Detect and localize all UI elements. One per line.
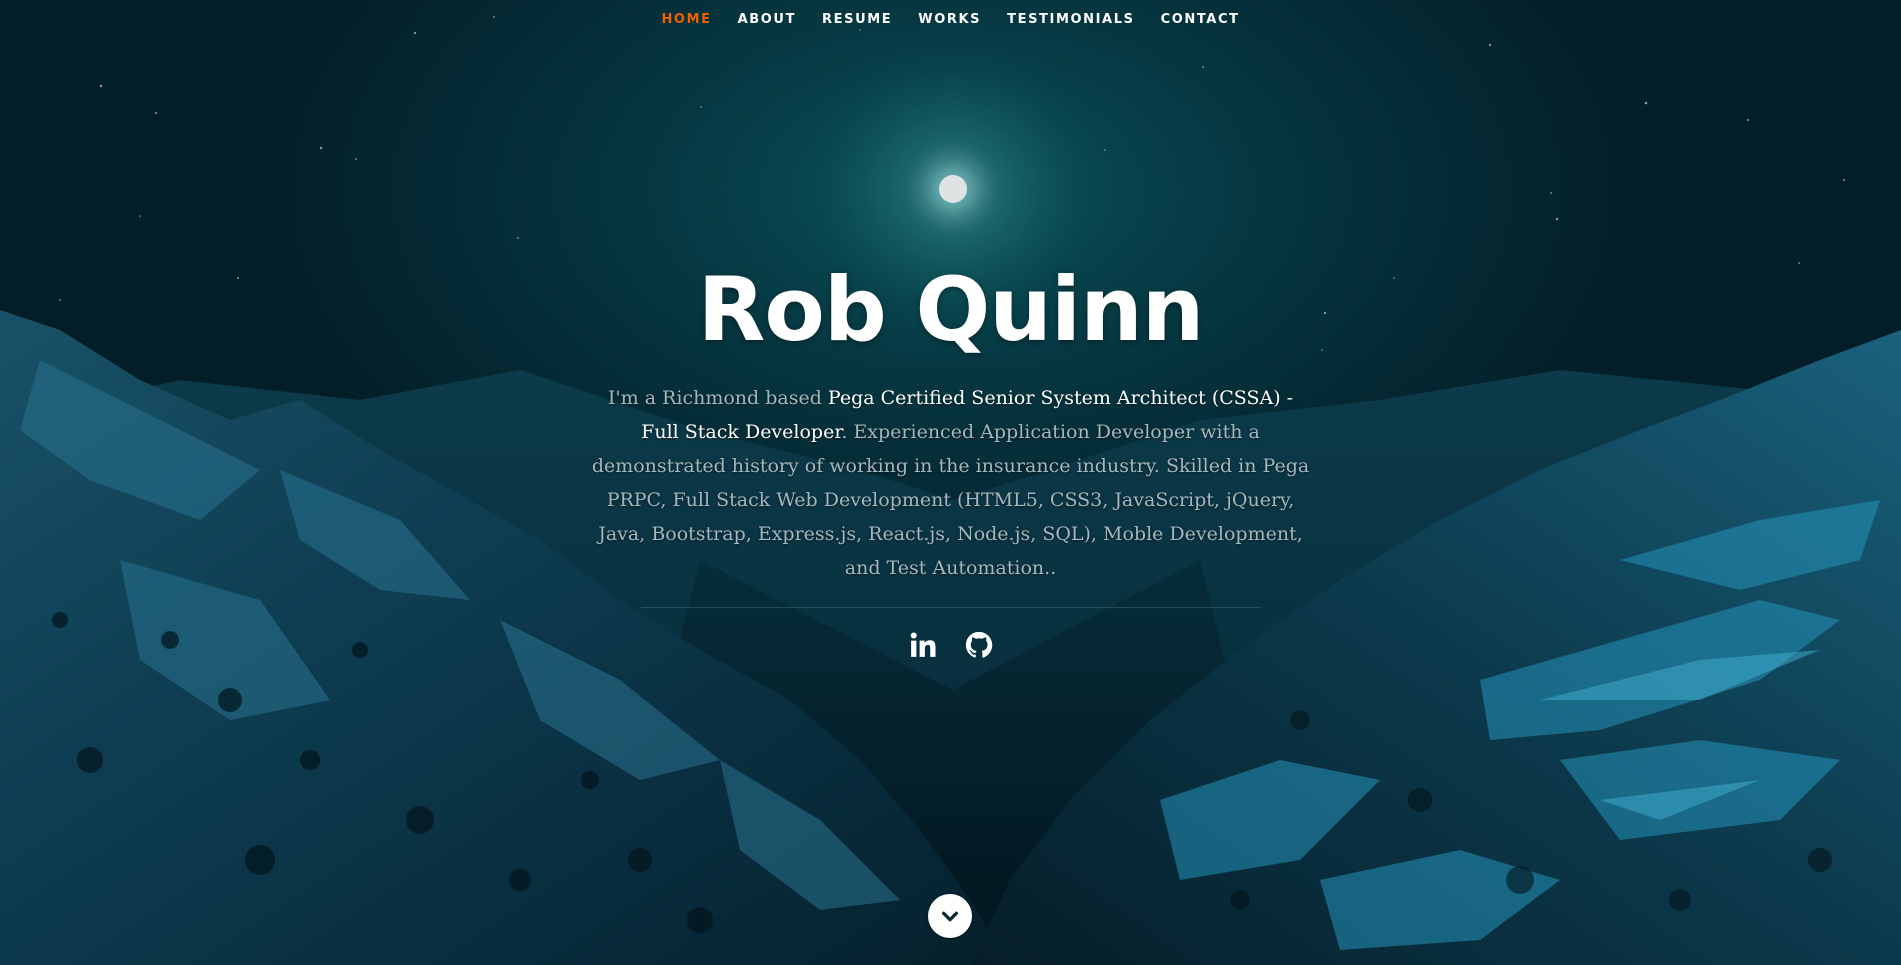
github-icon [965, 631, 992, 658]
hero-name: Rob Quinn [697, 258, 1205, 361]
github-link[interactable] [964, 630, 994, 660]
intro-text-rest: . Experienced Application Developer with… [591, 421, 1310, 579]
nav-item-about[interactable]: ABOUT [738, 12, 796, 27]
nav-item-home[interactable]: HOME [661, 12, 711, 27]
linkedin-icon [910, 632, 935, 657]
main-nav: HOME ABOUT RESUME WORKS TESTIMONIALS CON… [0, 12, 1901, 27]
nav-item-contact[interactable]: CONTACT [1161, 12, 1240, 27]
nav-item-works[interactable]: WORKS [918, 12, 981, 27]
hero-divider [640, 607, 1261, 608]
linkedin-link[interactable] [908, 630, 938, 660]
hero-banner: Rob Quinn I'm a Richmond based Pega Cert… [0, 255, 1901, 660]
chevron-down-icon [941, 911, 959, 922]
hero-intro: I'm a Richmond based Pega Certified Seni… [591, 381, 1311, 585]
nav-item-testimonials[interactable]: TESTIMONIALS [1007, 12, 1134, 27]
social-links [0, 630, 1901, 660]
nav-item-resume[interactable]: RESUME [822, 12, 892, 27]
intro-text-start: I'm a Richmond based [607, 387, 828, 409]
scroll-down-button[interactable] [928, 894, 972, 938]
